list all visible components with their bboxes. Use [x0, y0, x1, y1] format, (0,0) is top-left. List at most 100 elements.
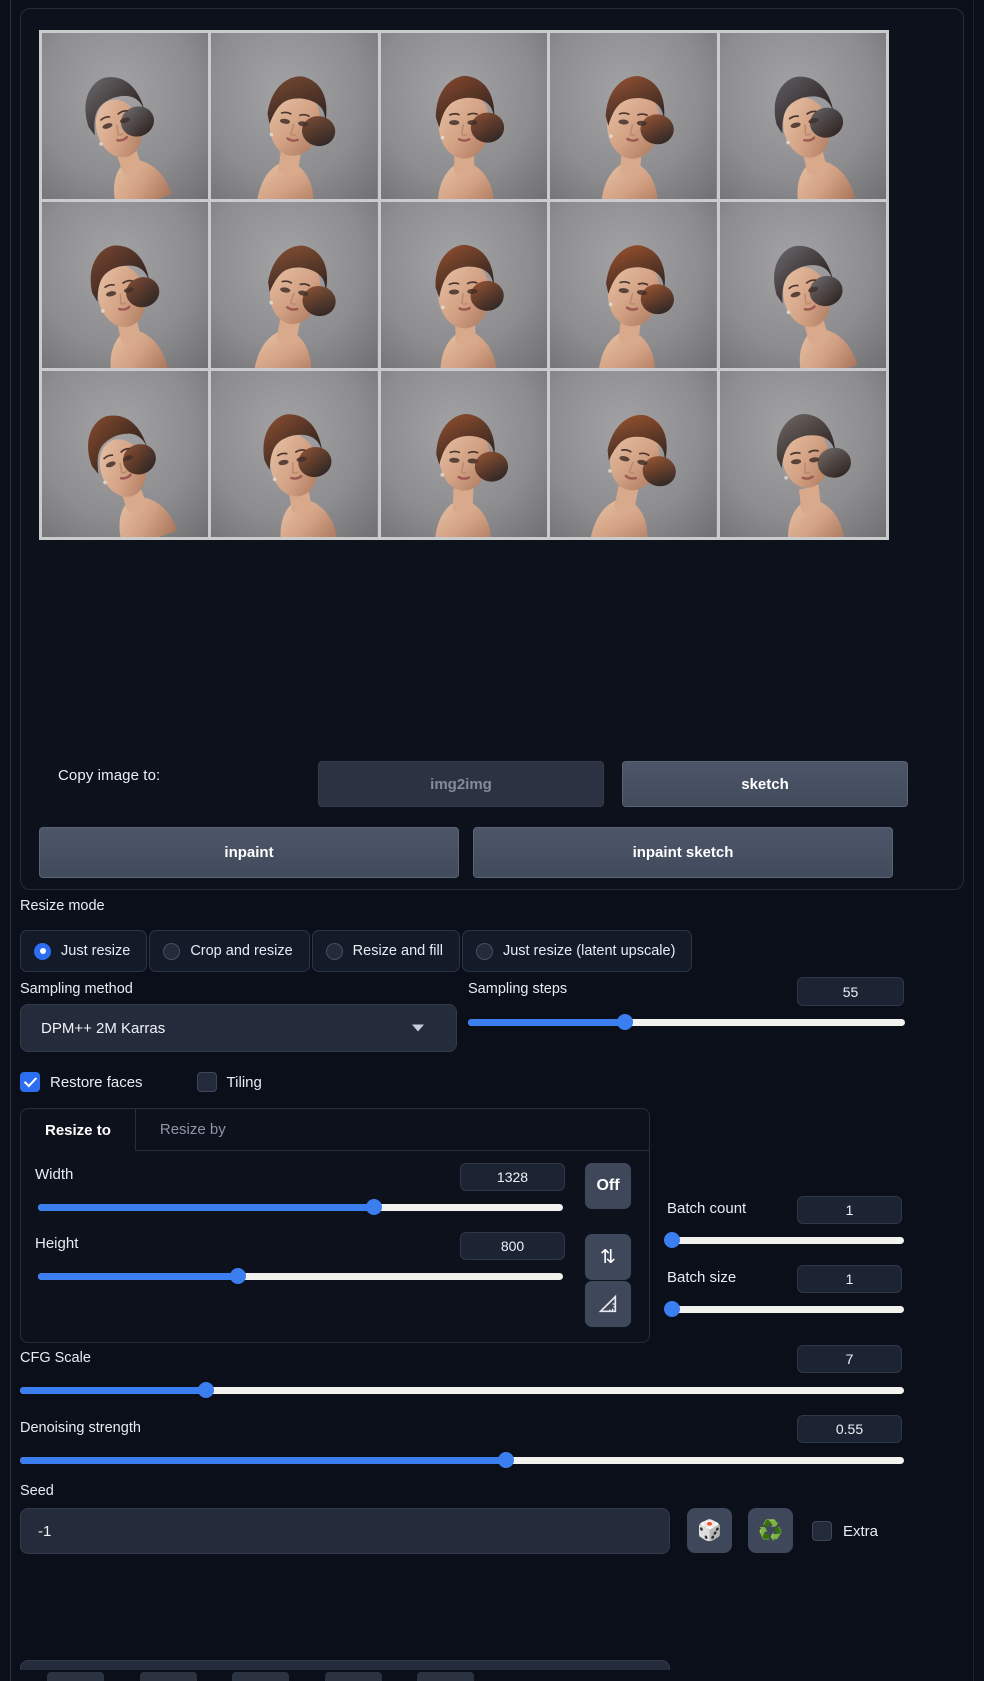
- extra-label: Extra: [843, 1522, 879, 1540]
- width-label: Width: [35, 1166, 74, 1183]
- bottom-partial-button-2[interactable]: [140, 1672, 197, 1681]
- tab-resize-by[interactable]: Resize by: [136, 1109, 250, 1150]
- resize-mode-option-3[interactable]: Just resize (latent upscale): [461, 930, 693, 972]
- batch-count-label: Batch count: [667, 1200, 747, 1217]
- slider-fill: [38, 1273, 238, 1280]
- sampling-method-label: Sampling method: [20, 981, 133, 997]
- height-slider[interactable]: [38, 1268, 563, 1284]
- gallery-image-15[interactable]: [719, 371, 886, 537]
- gallery-image-13[interactable]: [380, 371, 548, 537]
- resize-mode-option-1[interactable]: Crop and resize: [149, 930, 310, 972]
- bottom-partial-button-5[interactable]: [417, 1672, 474, 1681]
- swap-dimensions-button[interactable]: ⇅: [585, 1234, 631, 1280]
- gallery-image-12[interactable]: [211, 371, 378, 537]
- slider-thumb[interactable]: [366, 1199, 382, 1215]
- tiling-label: Tiling: [226, 1073, 262, 1091]
- extra-checkbox[interactable]: Extra: [812, 1521, 878, 1541]
- resize-mode-radio-group[interactable]: Just resize Crop and resize Resize and fil…: [20, 930, 693, 972]
- resize-to-panel: Resize to Resize by: [20, 1108, 650, 1343]
- radio-icon[interactable]: [475, 942, 493, 960]
- batch-size-slider[interactable]: [663, 1301, 904, 1317]
- denoising-strength-slider[interactable]: [20, 1452, 904, 1468]
- slider-thumb[interactable]: [663, 1301, 680, 1317]
- radio-icon[interactable]: [325, 942, 343, 960]
- slider-thumb[interactable]: [229, 1268, 246, 1284]
- gallery-image-11[interactable]: [42, 371, 209, 537]
- gallery-image-8[interactable]: [380, 202, 548, 368]
- gallery-image-1[interactable]: [42, 33, 209, 199]
- bottom-partial-button-4[interactable]: [325, 1672, 382, 1681]
- checkbox-icon-unchecked[interactable]: [812, 1521, 832, 1541]
- gallery-image-7[interactable]: [211, 202, 378, 368]
- output-panel: Copy image to: img2img sketch inpaint in…: [20, 8, 964, 890]
- slider-track: [667, 1237, 904, 1244]
- gallery-image-10[interactable]: [719, 202, 886, 368]
- dice-icon-button[interactable]: 🎲: [687, 1508, 732, 1553]
- batch-count-value[interactable]: 1: [797, 1196, 902, 1224]
- resize-mode-option-label: Just resize (latent upscale): [502, 943, 676, 959]
- sampling-steps-value[interactable]: 55: [797, 977, 904, 1006]
- tiling-checkbox[interactable]: Tiling: [196, 1072, 262, 1092]
- aspect-lock-button[interactable]: Off: [585, 1163, 631, 1209]
- gallery-image-5[interactable]: [719, 33, 886, 199]
- copy-to-inpaint-button[interactable]: inpaint: [39, 827, 459, 878]
- copy-to-sketch-button[interactable]: sketch: [622, 761, 908, 807]
- slider-thumb[interactable]: [617, 1014, 634, 1030]
- cfg-scale-value[interactable]: 7: [797, 1345, 902, 1373]
- seed-input[interactable]: -1: [20, 1508, 670, 1554]
- portrait-thumbnail: [380, 371, 548, 537]
- gallery-image-4[interactable]: [550, 33, 717, 199]
- denoising-strength-value[interactable]: 0.55: [797, 1415, 902, 1443]
- slider-thumb[interactable]: [663, 1232, 680, 1248]
- gallery-image-2[interactable]: [211, 33, 378, 199]
- toggles-row: Restore faces Tiling: [20, 1072, 262, 1092]
- cfg-scale-slider[interactable]: [20, 1382, 904, 1398]
- copy-to-inpaint-sketch-button[interactable]: inpaint sketch: [473, 827, 893, 878]
- sampling-method-select[interactable]: DPM++ 2M Karras: [20, 1004, 457, 1052]
- resize-tabs: Resize to Resize by: [21, 1108, 649, 1151]
- cfg-scale-label: CFG Scale: [20, 1350, 91, 1366]
- portrait-thumbnail: [719, 371, 886, 537]
- height-value[interactable]: 800: [460, 1232, 565, 1260]
- resize-mode-option-label: Just resize: [61, 943, 131, 959]
- width-value[interactable]: 1328: [460, 1163, 565, 1191]
- right-divider-rail: [973, 0, 974, 1681]
- portrait-thumbnail: [550, 371, 717, 537]
- chevron-down-icon: [412, 1024, 424, 1032]
- batch-size-label: Batch size: [667, 1269, 737, 1286]
- width-slider[interactable]: [38, 1199, 563, 1215]
- radio-icon[interactable]: [163, 942, 181, 960]
- bottom-partial-button-3[interactable]: [232, 1672, 289, 1681]
- gallery-image-14[interactable]: [550, 371, 717, 537]
- gallery-image-3[interactable]: [380, 33, 548, 199]
- batch-count-slider[interactable]: [663, 1232, 904, 1248]
- checkbox-icon-unchecked[interactable]: [196, 1072, 217, 1092]
- checkbox-icon-checked[interactable]: [20, 1072, 40, 1092]
- sampling-method-value: DPM++ 2M Karras: [41, 1019, 166, 1037]
- webui-img2img-page: Copy image to: img2img sketch inpaint in…: [0, 0, 984, 1681]
- tab-resize-to[interactable]: Resize to: [21, 1108, 136, 1151]
- resize-mode-option-2[interactable]: Resize and fill: [311, 930, 460, 972]
- gallery-image-6[interactable]: [42, 202, 209, 368]
- bottom-partial-button-1[interactable]: [47, 1672, 104, 1681]
- restore-faces-label: Restore faces: [50, 1073, 143, 1091]
- resize-mode-option-label: Resize and fill: [352, 943, 443, 959]
- resize-mode-option-0[interactable]: Just resize: [20, 930, 148, 972]
- ruler-icon-button[interactable]: [585, 1281, 631, 1327]
- resize-mode-option-label: Crop and resize: [190, 943, 293, 959]
- radio-icon-selected[interactable]: [34, 942, 51, 960]
- slider-thumb[interactable]: [197, 1382, 214, 1398]
- slider-thumb[interactable]: [498, 1452, 515, 1468]
- sampling-steps-slider[interactable]: [468, 1014, 905, 1030]
- slider-fill: [20, 1387, 206, 1394]
- restore-faces-checkbox[interactable]: Restore faces: [20, 1072, 143, 1092]
- recycle-icon-button[interactable]: ♻️: [748, 1508, 793, 1553]
- copy-to-img2img-button[interactable]: img2img: [318, 761, 604, 807]
- seed-label: Seed: [20, 1483, 54, 1499]
- image-gallery[interactable]: [39, 30, 889, 540]
- sampling-steps-label: Sampling steps: [468, 981, 568, 997]
- batch-size-value[interactable]: 1: [797, 1265, 902, 1293]
- ruler-triangle-icon: [598, 1294, 617, 1313]
- gallery-image-9[interactable]: [550, 202, 717, 368]
- portrait-thumbnail: [380, 202, 548, 368]
